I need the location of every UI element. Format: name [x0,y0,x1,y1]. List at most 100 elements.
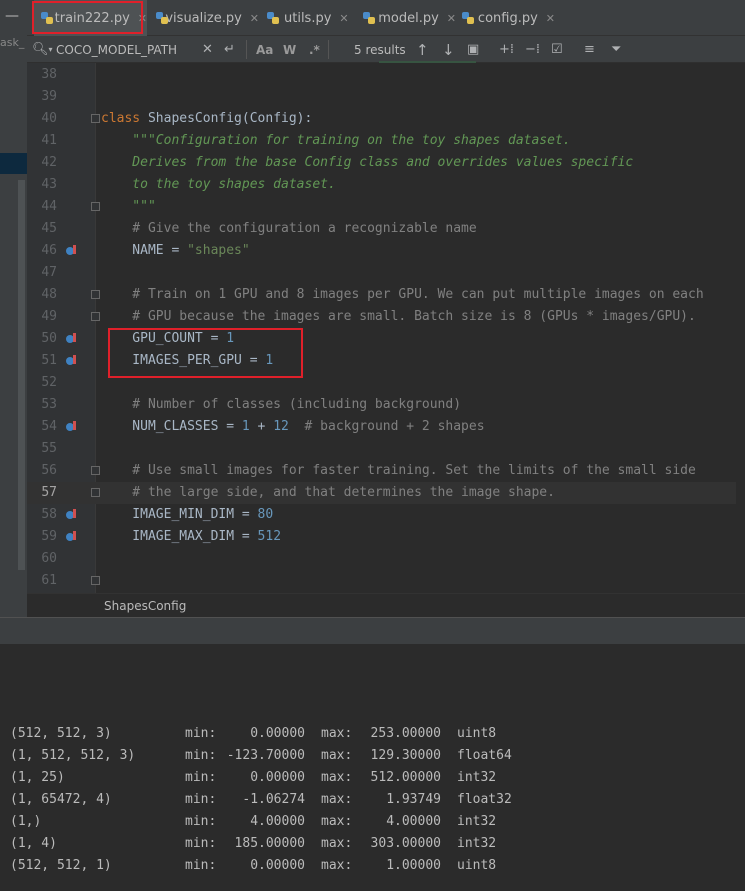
search-history-button[interactable]: 🔍︎ ▾ [32,36,53,63]
line-number: 44 [41,199,57,214]
collapse-icon[interactable]: — [5,8,19,24]
console-min: -123.70000 [226,748,305,763]
match-case-button[interactable]: Aa [256,36,273,63]
code-line[interactable]: 48 # Train on 1 GPU and 8 images per GPU… [27,284,745,306]
code-line[interactable]: 40 class ShapesConfig(Config): [27,108,745,130]
code-line[interactable]: 49 # GPU because the images are small. B… [27,306,745,328]
select-all-occurrences-button[interactable]: ▣ [467,36,479,63]
divider [328,40,329,59]
console-line: (512, 512, 1) min: 0.00000 max: 1.00000 uint8 [10,855,610,877]
code-line[interactable]: 38 [27,64,745,86]
console-line: (1, 512, 512, 3) min: -123.70000 max: 129.30… [10,745,610,767]
add-occurrence-button[interactable]: +⁞ [499,36,514,63]
code-line[interactable]: 60 [27,548,745,570]
line-number: 39 [41,89,57,104]
new-line-button[interactable]: ↵ [224,36,235,63]
fold-toggle-icon[interactable] [91,312,100,321]
code-line[interactable]: 42 Derives from the base Config class an… [27,152,745,174]
fold-toggle-icon[interactable] [91,576,100,585]
tab-config[interactable]: config.py ✕ [455,0,555,36]
fold-toggle-icon[interactable] [91,488,100,497]
fold-toggle-icon[interactable] [91,202,100,211]
console-min: 0.00000 [250,770,305,785]
code-line[interactable]: 39 [27,86,745,108]
project-tool-strip: — ask_ [0,0,27,617]
console-min-label: min: [185,748,217,763]
code-line[interactable]: 44 """ [27,196,745,218]
console-min: 4.00000 [250,814,305,829]
fold-toggle-icon[interactable] [91,290,100,299]
select-all-matches-button[interactable]: ☑ [551,36,563,63]
console-max: 1.00000 [386,858,441,873]
override-marker-icon[interactable] [66,355,76,367]
next-occurrence-button[interactable]: ↓ [442,36,455,63]
filter-button[interactable]: ⏷ [611,36,621,63]
override-marker-icon[interactable] [66,531,76,543]
remove-occurrence-button[interactable]: −⁞ [525,36,540,63]
search-input[interactable]: COCO_MODEL_PATH [56,36,206,63]
code-text: # Use small images for faster training. … [101,460,696,482]
code-line[interactable]: 59 IMAGE_MAX_DIM = 512 [27,526,745,548]
remove-selection-icon: −⁞ [525,42,541,57]
close-icon[interactable]: ✕ [546,12,555,25]
whole-words-button[interactable]: W [283,36,296,63]
code-line[interactable]: 43 to the toy shapes dataset. [27,174,745,196]
tab-model[interactable]: model.py ✕ [356,0,456,36]
breadcrumb-item[interactable]: ShapesConfig [104,599,186,613]
override-marker-icon[interactable] [66,509,76,521]
whole-words-label: W [283,42,297,57]
clear-search-button[interactable]: ✕ [202,36,213,63]
regex-button[interactable]: .* [309,36,320,63]
code-token: class [101,111,148,126]
code-line[interactable]: 55 [27,438,745,460]
editor-scrollbar[interactable] [736,63,745,593]
in-selection-button[interactable]: ≡ [584,36,595,63]
highlight-box-code [108,328,303,378]
code-token: # Give the configuration a recognizable … [101,221,477,236]
fold-toggle-icon[interactable] [91,114,100,123]
code-line[interactable]: 45 # Give the configuration a recognizab… [27,218,745,240]
code-line[interactable]: 46 NAME = "shapes" [27,240,745,262]
code-line[interactable]: 54 NUM_CLASSES = 1 + 12 # background + 2… [27,416,745,438]
close-icon[interactable]: ✕ [250,12,259,25]
code-text: class ShapesConfig(Config): [101,108,312,130]
code-text: IMAGE_MAX_DIM = 512 [101,526,281,548]
code-line[interactable]: 57 # the large side, and that determines… [27,482,745,504]
override-marker-icon[interactable] [66,333,76,345]
previous-occurrence-button[interactable]: ↑ [416,36,429,63]
line-number: 49 [41,309,57,324]
find-bar: 🔍︎ ▾ COCO_MODEL_PATH ✕ ↵ Aa W .* 5 result… [27,36,745,63]
console-line: (512, 512, 3) min: 0.00000 max: 253.00000 uin… [10,723,610,745]
override-marker-icon[interactable] [66,421,76,433]
code-token: """Configuration for training on the toy… [101,133,571,148]
code-token: Derives from the base Config class and o… [101,155,634,170]
line-number: 46 [41,243,57,258]
code-line[interactable]: 47 [27,262,745,284]
line-number: 54 [41,419,57,434]
close-icon[interactable]: ✕ [339,12,348,25]
newline-icon: ↵ [224,42,235,57]
override-marker-icon[interactable] [66,245,76,257]
line-number: 56 [41,463,57,478]
code-line[interactable]: 58 IMAGE_MIN_DIM = 80 [27,504,745,526]
match-case-label: Aa [256,42,274,57]
line-number: 60 [41,551,57,566]
project-scrollbar[interactable] [18,180,25,570]
fold-toggle-icon[interactable] [91,466,100,475]
code-line[interactable]: 61 [27,570,745,592]
tab-visualize[interactable]: visualize.py ✕ [149,0,259,36]
tab-utils[interactable]: utils.py ✕ [260,0,355,36]
arrow-down-icon: ↓ [442,40,455,59]
breadcrumb[interactable]: ShapesConfig [27,593,745,617]
results-count: 5 results [354,36,406,63]
run-console[interactable]: (512, 512, 3) min: 0.00000 max: 253.00000 uin… [0,644,745,891]
console-dtype: int32 [457,836,497,851]
code-token: """ [101,199,156,214]
code-line[interactable]: 41 """Configuration for training on the … [27,130,745,152]
code-token: 12 [273,419,289,434]
code-line[interactable]: 53 # Number of classes (including backgr… [27,394,745,416]
line-number: 52 [41,375,57,390]
console-shape: (1, 4) [10,836,57,851]
code-line[interactable]: 56 # Use small images for faster trainin… [27,460,745,482]
code-editor[interactable]: 38 39 40 class ShapesConfig(Config): 41 """C… [27,63,745,593]
